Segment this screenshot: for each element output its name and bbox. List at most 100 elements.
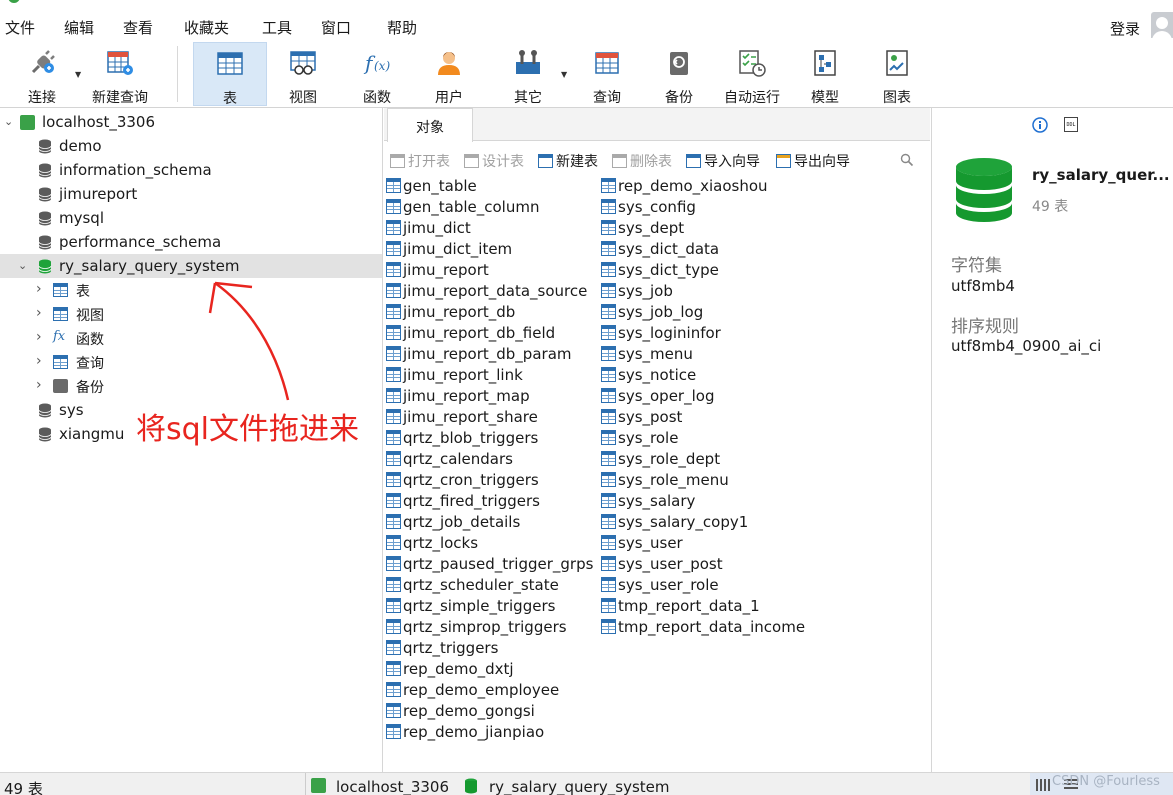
export-wizard-button[interactable]: 导出向导 [776,151,850,171]
table-item[interactable]: sys_notice [601,366,696,387]
function-button[interactable]: f (x) 函数 [350,42,404,106]
delete-table-button[interactable]: 删除表 [612,151,672,171]
design-table-button[interactable]: 设计表 [464,151,524,171]
table-item[interactable]: sys_salary_copy1 [601,513,748,534]
table-item[interactable]: qrtz_cron_triggers [386,471,539,492]
info-icon[interactable] [1032,117,1048,133]
table-item[interactable]: sys_dept [601,219,684,240]
table-item[interactable]: rep_demo_jianpiao [386,723,544,744]
tree-database[interactable]: performance_schema [0,230,382,254]
table-item[interactable]: rep_demo_employee [386,681,559,702]
table-item[interactable]: jimu_report_data_source [386,282,587,303]
table-item[interactable]: jimu_report [386,261,489,282]
open-table-button[interactable]: 打开表 [390,151,450,171]
expand-arrow-icon[interactable]: › [36,329,42,345]
tree-connection[interactable]: ⌄ localhost_3306 [0,110,382,134]
table-item[interactable]: sys_oper_log [601,387,714,408]
list-view-icon[interactable] [1036,779,1050,791]
tree-database[interactable]: mysql [0,206,382,230]
table-item[interactable]: sys_post [601,408,682,429]
connect-button[interactable]: 连接 [20,42,64,106]
menu-window[interactable]: 窗口 [321,17,351,38]
menu-help[interactable]: 帮助 [387,17,417,38]
table-item[interactable]: jimu_report_db_param [386,345,572,366]
table-item[interactable]: jimu_report_link [386,366,523,387]
import-wizard-button[interactable]: 导入向导 [686,151,760,171]
other-button[interactable]: 其它 [500,42,556,106]
table-item[interactable]: qrtz_paused_trigger_grps [386,555,593,576]
new-query-button[interactable]: 新建查询 [88,42,152,106]
menu-tools[interactable]: 工具 [262,17,292,38]
table-item[interactable]: jimu_report_share [386,408,538,429]
other-dropdown-caret[interactable]: ▼ [561,70,567,79]
table-item[interactable]: sys_user_post [601,555,723,576]
table-item[interactable]: sys_job_log [601,303,703,324]
menu-file[interactable]: 文件 [5,17,35,38]
table-item[interactable]: sys_logininfor [601,324,721,345]
table-item[interactable]: jimu_dict [386,219,471,240]
table-item[interactable]: gen_table [386,177,477,198]
connect-dropdown-caret[interactable]: ▼ [75,70,81,79]
table-item[interactable]: qrtz_simprop_triggers [386,618,567,639]
new-table-button[interactable]: 新建表 [538,151,598,171]
table-item[interactable]: jimu_report_db [386,303,515,324]
automation-button[interactable]: 自动运行 [718,42,786,106]
expand-arrow-icon[interactable]: › [36,281,42,297]
table-item[interactable]: tmp_report_data_1 [601,597,760,618]
tree-database[interactable]: ⌄ ry_salary_query_system [0,254,382,278]
table-item[interactable]: qrtz_job_details [386,513,520,534]
table-item[interactable]: sys_role [601,429,678,450]
tree-child[interactable]: › 表 [0,278,382,302]
table-item[interactable]: rep_demo_gongsi [386,702,535,723]
search-icon[interactable] [900,153,914,167]
tree-child[interactable]: › 视图 [0,302,382,326]
expand-arrow-icon[interactable]: › [36,353,42,369]
tree-child[interactable]: › 查询 [0,350,382,374]
model-button[interactable]: 模型 [798,42,852,106]
table-item[interactable]: rep_demo_dxtj [386,660,514,681]
query-button[interactable]: 查询 [580,42,634,106]
table-item[interactable]: rep_demo_xiaoshou [601,177,768,198]
chart-button[interactable]: 图表 [870,42,924,106]
view-button[interactable]: 视图 [276,42,330,106]
expand-arrow-icon[interactable]: › [36,305,42,321]
table-item[interactable]: sys_role_menu [601,471,729,492]
table-item[interactable]: qrtz_fired_triggers [386,492,540,513]
tab-objects[interactable]: 对象 [387,108,473,142]
table-item[interactable]: qrtz_locks [386,534,478,555]
table-item[interactable]: qrtz_blob_triggers [386,429,538,450]
table-item[interactable]: jimu_report_map [386,387,530,408]
table-item[interactable]: qrtz_simple_triggers [386,597,555,618]
tree-child[interactable]: › fx 函数 [0,326,382,350]
table-item[interactable]: sys_user_role [601,576,719,597]
table-item[interactable]: sys_dict_type [601,261,719,282]
user-button[interactable]: 用户 [422,42,476,106]
collapse-arrow-icon[interactable]: ⌄ [4,115,13,128]
table-item[interactable]: sys_menu [601,345,693,366]
table-item[interactable]: sys_config [601,198,696,219]
expand-arrow-icon[interactable]: › [36,377,42,393]
table-button[interactable]: 表 [193,42,267,107]
table-item[interactable]: jimu_dict_item [386,240,512,261]
table-item[interactable]: sys_salary [601,492,695,513]
table-item[interactable]: sys_user [601,534,683,555]
collapse-arrow-icon[interactable]: ⌄ [18,259,27,272]
table-item[interactable]: qrtz_calendars [386,450,513,471]
ddl-icon[interactable]: DDL [1064,117,1078,132]
login-link[interactable]: 登录 [1110,18,1140,39]
menu-edit[interactable]: 编辑 [64,17,94,38]
table-item[interactable]: qrtz_scheduler_state [386,576,559,597]
table-item[interactable]: sys_dict_data [601,240,719,261]
tree-child[interactable]: › 备份 [0,374,382,398]
table-item[interactable]: qrtz_triggers [386,639,498,660]
menu-favorites[interactable]: 收藏夹 [184,17,229,38]
table-item[interactable]: jimu_report_db_field [386,324,555,345]
tree-database[interactable]: jimureport [0,182,382,206]
table-item[interactable]: gen_table_column [386,198,539,219]
menu-view[interactable]: 查看 [123,17,153,38]
table-item[interactable]: sys_job [601,282,673,303]
table-item[interactable]: tmp_report_data_income [601,618,805,639]
backup-button[interactable]: 备份 [652,42,706,106]
tree-database[interactable]: information_schema [0,158,382,182]
tree-database[interactable]: demo [0,134,382,158]
